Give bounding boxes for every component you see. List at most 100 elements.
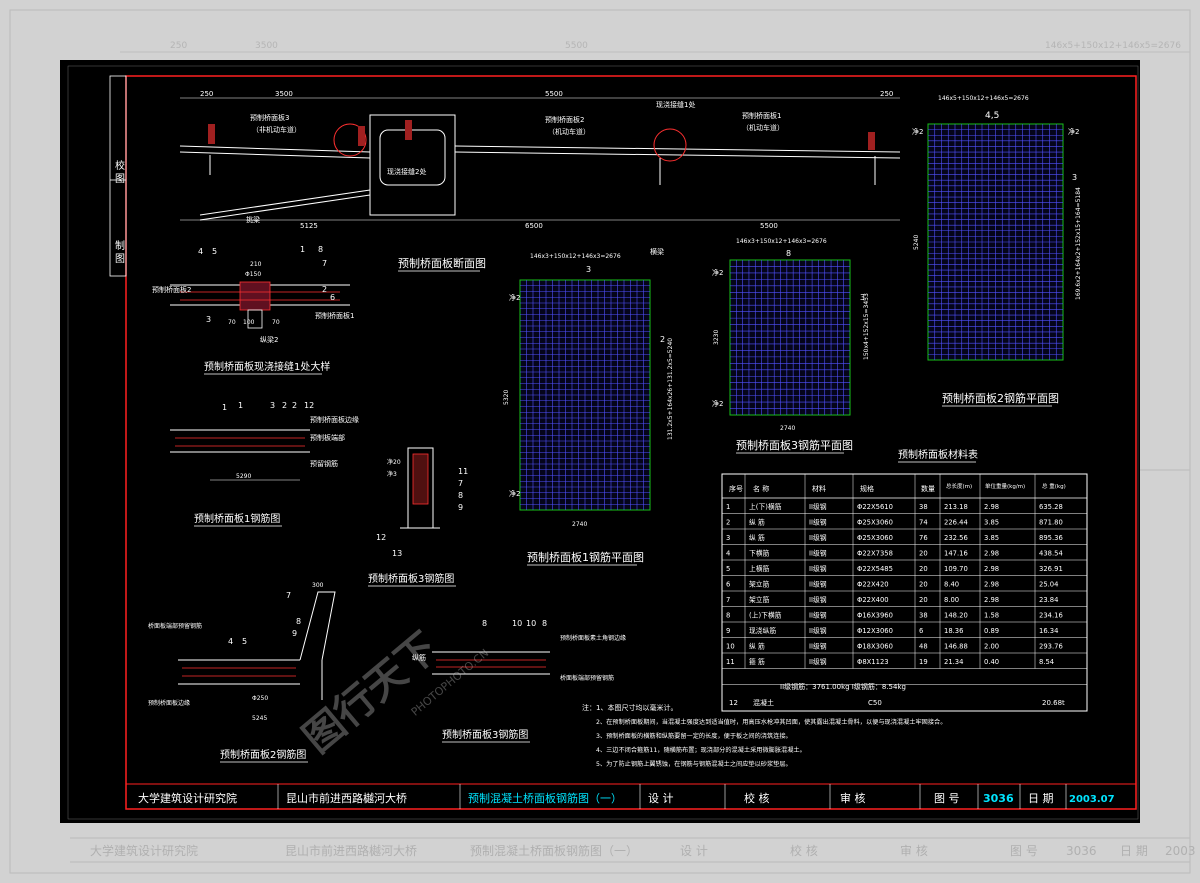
mat-cell-r10-c3: II级钢 [809, 642, 827, 651]
rebar3s-tag-3: 8 [458, 491, 463, 500]
ghost-cell-4: 图 号 [1010, 844, 1038, 858]
panel1-sub: （机动车道） [742, 123, 784, 132]
mesh2-rebar-mesh [928, 124, 1063, 360]
joint1-label: 现浇接缝1处 [656, 100, 695, 109]
plan3-tag-1: 8 [786, 249, 791, 258]
mat-cell-r2-c3: II级钢 [809, 518, 827, 527]
mat-cell-r11-c5: 19 [919, 658, 928, 666]
mat-cell-r9-c3: II级钢 [809, 626, 827, 635]
plan2-tag-2: 3 [1072, 173, 1077, 182]
tb-date-label: 日 期 [1028, 792, 1054, 805]
mat-cell-r6-c8: 25.04 [1039, 581, 1058, 589]
rebar1-tag-1: 1 [222, 403, 227, 412]
mat-cell-r8-c3: II级钢 [809, 611, 827, 620]
rebar2-label-2: 预制桥面板边缘 [148, 699, 190, 707]
mat-cell-r4-c3: II级钢 [809, 549, 827, 558]
rebar3s-tag-4: 9 [458, 503, 463, 512]
mat-cell-r10-c4: Φ18X3060 [857, 643, 893, 651]
mat-cell-r3-c4: Φ25X3060 [857, 534, 893, 542]
mat-cell-r4-c7: 2.98 [984, 550, 999, 558]
section-dim-top-3: 5500 [545, 90, 563, 98]
mat-cell-r5-c1: 5 [726, 565, 730, 573]
joint-dim-4: 100 [243, 319, 255, 326]
mat-header-2: 材料 [812, 484, 826, 493]
rebar2-tag-5: 8 [296, 617, 301, 626]
mat-cell-r4-c6: 147.16 [944, 550, 968, 558]
mat-cell-r3-c2: 纵 筋 [749, 533, 765, 542]
plan3-clear-2: 净2 [712, 399, 723, 408]
tb-drawing: 预制混凝土桥面板钢筋图（一） [468, 791, 622, 805]
mat-header-0: 序号 [729, 484, 743, 493]
materials-rows: 1 上(下)横筋 II级钢 Φ22X5610 38 213.18 2.98 635.282 纵 … [726, 502, 1063, 666]
mat-cell-r8-c6: 148.20 [944, 612, 968, 620]
rebar1-title: 预制桥面板1钢筋图 [194, 512, 280, 525]
tb-number: 3036 [983, 792, 1014, 805]
rebar1-label-1: 预制桥面板边缘 [310, 415, 359, 424]
plan2-title: 预制桥面板2钢筋平面图 [942, 391, 1059, 405]
mat-cell-r11-c2: 箍 筋 [749, 657, 765, 666]
mat-header-4: 数量 [921, 484, 935, 493]
rebar3s-title: 预制桥面板3钢筋图 [368, 572, 454, 585]
mat-cell-r6-c2: 架立筋 [749, 580, 770, 589]
materials-title: 预制桥面板材料表 [898, 448, 978, 461]
rebar3s-label-1: 净3 [387, 470, 397, 478]
mat-cell-r10-c8: 293.76 [1039, 643, 1063, 651]
mat-cell-r10-c7: 2.00 [984, 643, 999, 651]
mat-cell-r1-c7: 2.98 [984, 503, 999, 511]
mat-cell-r6-c6: 8.40 [944, 581, 959, 589]
side-strip-draw: 制 图 [113, 239, 125, 264]
joint-tag-7: 6 [330, 293, 335, 302]
rebar1-detail: 预制桥面板边缘 预制板端部 预留钢筋 1 1 3 2 2 12 5290 预制桥… [170, 401, 359, 527]
plan1-dim-top: 146x3+150x12+146x3=2676 [530, 253, 621, 260]
plan3-tag-2: 3 [860, 293, 865, 302]
tb-review: 审 核 [840, 791, 866, 805]
plan3-title: 预制桥面板3钢筋平面图 [736, 438, 853, 452]
mat-cell-r6-c3: II级钢 [809, 580, 827, 589]
mat-cell-r11-c1: 11 [726, 658, 735, 666]
rebar1-dim: 5290 [236, 473, 251, 480]
rebar2-title: 预制桥面板2钢筋图 [220, 748, 306, 761]
plan-3: 146x3+150x12+146x3=2676 2740 3230 150x4+… [712, 238, 870, 454]
ghost-project: 昆山市前进西路樾河大桥 [285, 843, 417, 858]
mat-cell-r11-c3: II级钢 [809, 657, 827, 666]
joint-tag-8: 2 [322, 285, 327, 294]
mat-cell-r10-c6: 146.88 [944, 643, 968, 651]
mat-cell-r9-c1: 9 [726, 627, 730, 635]
mat-cell-r9-c5: 6 [919, 627, 923, 635]
mat-cell-r9-c8: 16.34 [1039, 627, 1058, 635]
rebar1-tag-4: 2 [282, 401, 287, 410]
mat-concrete-grade: C50 [868, 699, 882, 707]
mat-cell-r4-c8: 438.54 [1039, 550, 1063, 558]
notes: 注：1、本图尺寸均以毫米计。 2、在预制桥面板期间，当混凝土强度达到适当值时，用… [582, 703, 946, 768]
mat-cell-r7-c8: 23.84 [1039, 596, 1058, 604]
mat-cell-r6-c5: 20 [919, 581, 928, 589]
joint-tag-5: 7 [322, 259, 327, 268]
mat-cell-r2-c6: 226.44 [944, 519, 968, 527]
mat-cell-r5-c5: 20 [919, 565, 928, 573]
rebar3-tag-4: 8 [542, 619, 547, 628]
mat-cell-r1-c3: II级钢 [809, 502, 827, 511]
note-2: 2、在预制桥面板期间，当混凝土强度达到适当值时，用高压水枪冲其凹面，使其露出混凝… [596, 718, 946, 726]
ghost-drawing: 预制混凝土桥面板钢筋图（一） [470, 843, 638, 858]
plan2-dim-left: 5240 [913, 235, 920, 250]
mat-cell-r2-c5: 74 [919, 519, 928, 527]
section-dim-top-2: 3500 [275, 90, 293, 98]
rebar3-section-detail: 11 7 8 9 12 13 净3 净20 预制桥面板3钢筋图 [368, 447, 468, 587]
joint2-label: 现浇接缝2处 [387, 167, 426, 176]
title-block: 大学建筑设计研究院 昆山市前进西路樾河大桥 预制混凝土桥面板钢筋图（一） 设 计… [126, 783, 1136, 809]
ghost-cell-7: 2003 [1165, 844, 1196, 858]
mat-cell-r11-c4: Φ8X1123 [857, 658, 889, 666]
mat-concrete-name: 混凝土 [753, 698, 774, 707]
panel1-label: 预制桥面板1 [742, 111, 781, 120]
mat-cell-r9-c7: 0.89 [984, 627, 999, 635]
rebar2-dim-1: 300 [312, 582, 324, 589]
beam-left-label: 挑梁 [246, 215, 260, 224]
mat-cell-r11-c7: 0.40 [984, 658, 999, 666]
plan1-dim-bottom: 2740 [572, 521, 587, 528]
mat-cell-r5-c6: 109.70 [944, 565, 968, 573]
ghost-cell-3: 审 核 [900, 843, 928, 858]
mat-cell-r8-c2: (上)下横筋 [749, 611, 782, 620]
mat-cell-r6-c4: Φ22X420 [857, 581, 889, 589]
plan3-dim-top: 146x3+150x12+146x3=2676 [736, 238, 827, 245]
joint-tag-1: 4 [198, 247, 203, 256]
